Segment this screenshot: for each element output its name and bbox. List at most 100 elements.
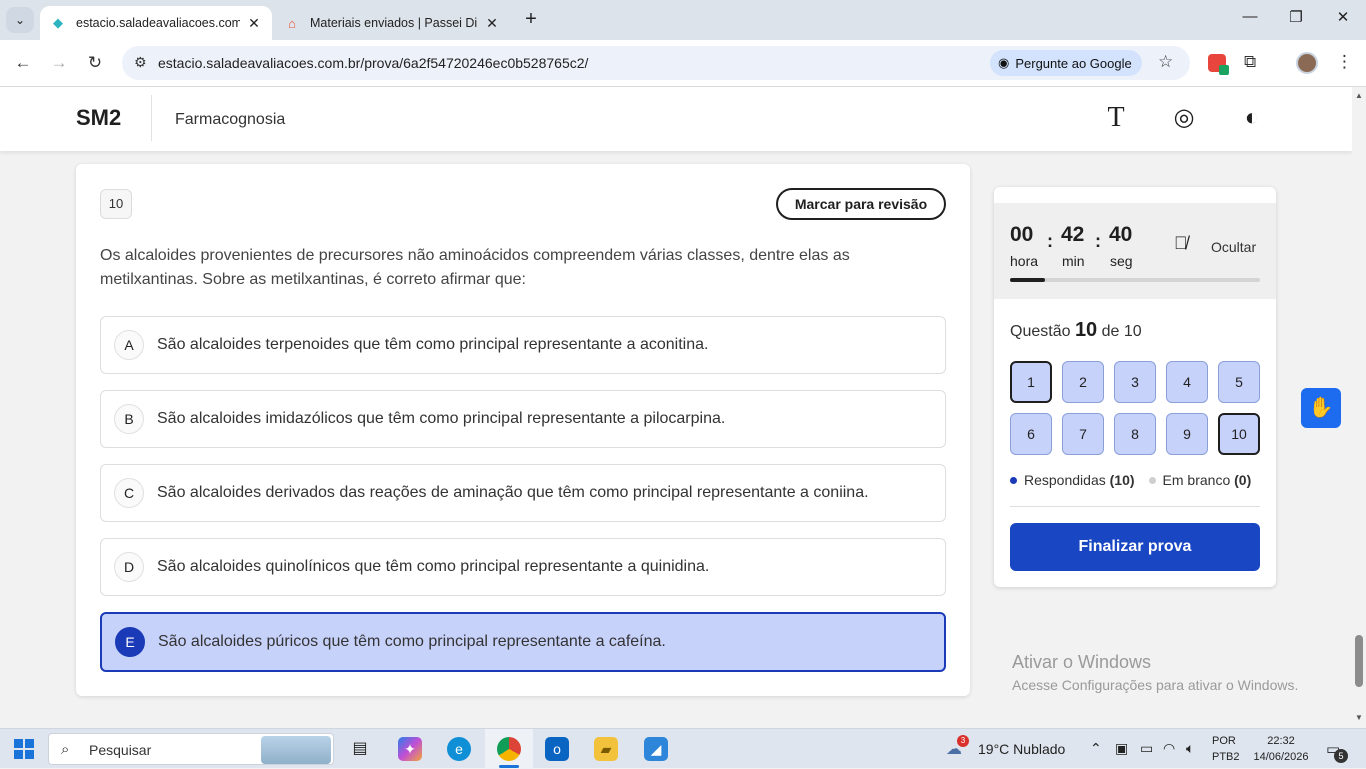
question-number-badge: 10 (100, 189, 132, 219)
target-icon[interactable]: ◎ (1169, 103, 1199, 133)
profile-avatar[interactable] (1296, 52, 1318, 74)
timer-minutes-label: min (1062, 253, 1085, 269)
option-text: São alcaloides quinolínicos que têm como… (157, 558, 710, 575)
close-tab-icon[interactable]: ✕ (484, 15, 500, 32)
chevron-down-icon: ⌄ (14, 13, 26, 27)
text-size-icon[interactable]: T (1101, 103, 1131, 133)
mark-for-review-button[interactable]: Marcar para revisão (776, 188, 946, 220)
clock-time: 22:32 (1267, 735, 1295, 747)
passei-direto-favicon-icon: ⌂ (288, 15, 296, 31)
option-b[interactable]: B São alcaloides imidazólicos que têm co… (100, 390, 946, 448)
finish-exam-button[interactable]: Finalizar prova (1010, 523, 1260, 571)
lens-icon: ◉ (998, 55, 1010, 70)
close-window-icon[interactable]: ✕ (1331, 8, 1355, 26)
timer-seconds-label: seg (1110, 253, 1133, 269)
timer-progress-bar (1010, 278, 1260, 282)
site-info-icon[interactable]: ⚙ (134, 54, 147, 71)
more-menu-icon[interactable]: ⋮ (1336, 52, 1353, 72)
exam-sidebar: 00 : 42 : 40 hora min seg 👁̸ Ocultar Que… (994, 187, 1276, 587)
course-title: Farmacognosia (175, 111, 286, 128)
windows-start-icon[interactable] (14, 739, 34, 759)
meet-icon[interactable]: ▣ (1115, 740, 1128, 757)
sidebar-divider (1010, 506, 1260, 507)
hide-timer-button[interactable]: Ocultar (1211, 239, 1256, 255)
volume-icon[interactable]: 🔈︎ (1186, 740, 1194, 757)
browser-tab-active[interactable]: ◆ estacio.saladeavaliacoes.com.br ✕ (40, 6, 272, 40)
url-text[interactable]: estacio.saladeavaliacoes.com.br/prova/6a… (158, 55, 588, 71)
edge-browser-icon[interactable]: e (447, 737, 471, 761)
bookmark-star-icon[interactable]: ☆ (1158, 52, 1173, 72)
keyboard-layout: PTB2 (1212, 751, 1240, 763)
option-letter: A (114, 330, 144, 360)
timer-minutes: 42 (1061, 223, 1085, 246)
forward-icon[interactable]: → (48, 52, 70, 74)
answered-label: Respondidas (1024, 472, 1106, 488)
question-nav-button-current[interactable]: 10 (1218, 413, 1260, 455)
timer-hours-label: hora (1010, 253, 1039, 269)
weather-text[interactable]: 19°C Nublado (978, 741, 1065, 757)
photos-icon[interactable]: ◢ (644, 737, 668, 761)
search-placeholder: Pesquisar (89, 742, 152, 758)
question-nav-button[interactable]: 4 (1166, 361, 1208, 403)
question-nav-button[interactable]: 9 (1166, 413, 1208, 455)
option-letter: D (114, 552, 144, 582)
question-nav-button[interactable]: 5 (1218, 361, 1260, 403)
input-language[interactable]: POR PTB2 (1212, 733, 1240, 765)
question-nav-button[interactable]: 7 (1062, 413, 1104, 455)
option-text: São alcaloides púricos que têm como prin… (158, 633, 666, 650)
language-code: POR (1212, 735, 1236, 747)
reload-icon[interactable]: ↻ (84, 52, 106, 74)
header-divider (151, 95, 152, 141)
question-nav-button[interactable]: 8 (1114, 413, 1156, 455)
wifi-icon[interactable]: ◠ (1163, 740, 1175, 757)
browser-tab-inactive[interactable]: ⌂ Materiais enviados | Passei Direto ✕ (274, 6, 510, 40)
option-a[interactable]: A São alcaloides terpenoides que têm com… (100, 316, 946, 374)
contrast-icon[interactable]: ◐ (1237, 103, 1267, 133)
minimize-icon[interactable]: — (1238, 8, 1262, 25)
outlook-icon[interactable]: o (545, 737, 569, 761)
system-clock[interactable]: 22:32 14/06/2026 (1248, 733, 1314, 765)
site-favicon-icon: ◆ (53, 15, 63, 30)
ask-google-label: Pergunte ao Google (1015, 55, 1132, 71)
option-text: São alcaloides imidazólicos que têm como… (157, 410, 726, 427)
question-nav-button[interactable]: 3 (1114, 361, 1156, 403)
address-bar[interactable]: ⚙ estacio.saladeavaliacoes.com.br/prova/… (122, 46, 1190, 80)
chrome-browser-icon[interactable] (497, 737, 521, 761)
question-nav-button[interactable]: 1 (1010, 361, 1052, 403)
restore-icon[interactable]: ❐ (1284, 8, 1308, 26)
ask-google-button[interactable]: ◉ Pergunte ao Google (990, 50, 1142, 76)
option-text: São alcaloides terpenoides que têm como … (157, 336, 709, 353)
option-c[interactable]: C São alcaloides derivados das reações d… (100, 464, 946, 522)
search-icon: ⌕ (61, 741, 70, 758)
new-tab-icon[interactable]: + (520, 8, 542, 32)
battery-icon[interactable]: ▭ (1140, 740, 1153, 757)
extension-icon[interactable] (1208, 54, 1229, 75)
scroll-down-icon[interactable]: ▼ (1355, 713, 1363, 722)
page-scrollbar[interactable]: ▲ ▼ (1352, 87, 1366, 728)
eye-off-icon[interactable]: 👁̸ (1174, 233, 1188, 254)
blank-dot-icon (1148, 476, 1156, 484)
task-view-icon[interactable]: ▤ (348, 737, 372, 761)
answer-legend: Respondidas (10) Em branco (0) (1010, 472, 1251, 488)
chevron-up-icon[interactable]: ⌃ (1090, 740, 1102, 757)
option-letter: C (114, 478, 144, 508)
question-counter-prefix: Questão (1010, 323, 1071, 340)
activation-watermark-title: Ativar o Windows (1012, 652, 1152, 672)
question-counter-current: 10 (1074, 319, 1098, 341)
taskbar-search-box[interactable]: ⌕ Pesquisar (48, 733, 334, 765)
question-nav-button[interactable]: 6 (1010, 413, 1052, 455)
scrollbar-thumb[interactable] (1355, 635, 1363, 687)
file-explorer-icon[interactable]: ▰ (594, 737, 618, 761)
extensions-puzzle-icon[interactable]: ⧉ (1244, 52, 1256, 72)
tab-search-button[interactable]: ⌄ (6, 7, 34, 33)
back-icon[interactable]: ← (12, 52, 34, 74)
copilot-icon[interactable]: ✦ (398, 737, 422, 761)
scroll-up-icon[interactable]: ▲ (1355, 91, 1363, 100)
option-e[interactable]: E São alcaloides púricos que têm como pr… (100, 612, 946, 672)
sign-language-icon[interactable]: ✋ (1301, 388, 1341, 428)
timer-panel: 00 : 42 : 40 hora min seg 👁̸ Ocultar (994, 203, 1276, 299)
browser-toolbar: ← → ↻ ⚙ estacio.saladeavaliacoes.com.br/… (0, 40, 1366, 87)
close-tab-icon[interactable]: ✕ (246, 15, 262, 32)
question-nav-button[interactable]: 2 (1062, 361, 1104, 403)
option-d[interactable]: D São alcaloides quinolínicos que têm co… (100, 538, 946, 596)
